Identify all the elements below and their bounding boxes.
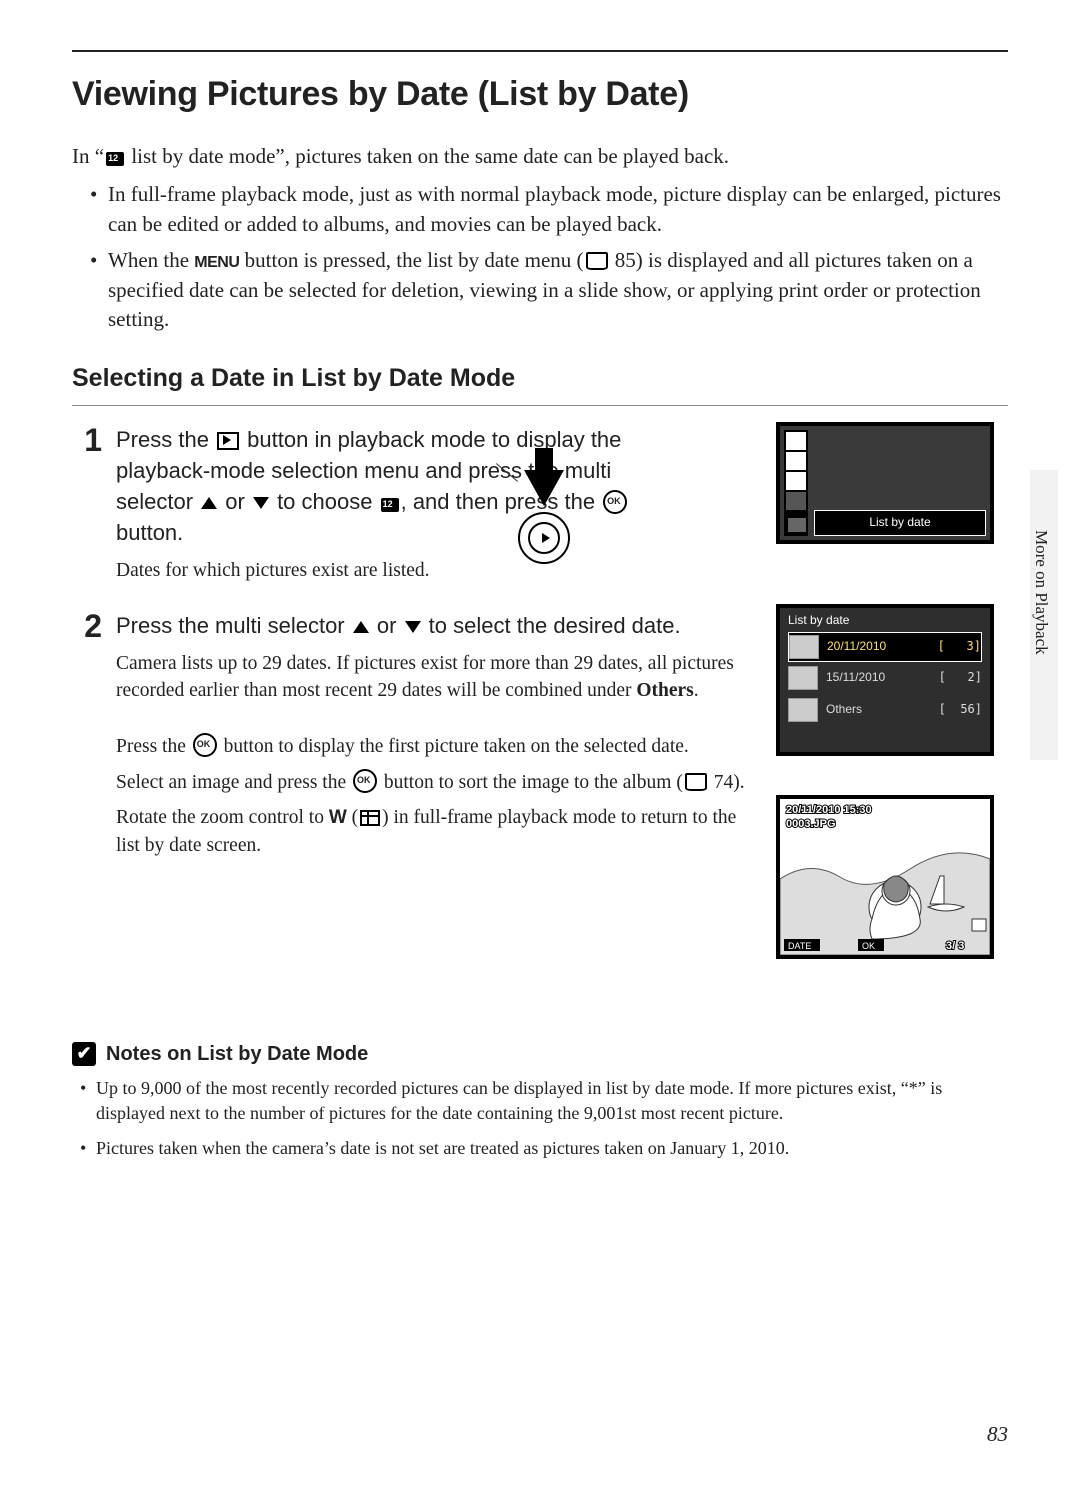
- section-title: Selecting a Date in List by Date Mode: [72, 361, 1008, 406]
- ok-badge: OK: [862, 941, 875, 951]
- table-row: 20/11/2010 [ 3]: [788, 632, 982, 662]
- thumbnail-grid-icon: [360, 810, 380, 826]
- date-badge: DATE: [788, 941, 811, 951]
- step-note: Dates for which pictures exist are liste…: [116, 557, 668, 585]
- notes-title: Notes on List by Date Mode: [106, 1040, 368, 1068]
- thumbnail-icon: [788, 666, 818, 690]
- selected-menu-label: List by date: [814, 510, 986, 536]
- down-icon: [253, 497, 269, 509]
- down-icon: [405, 621, 421, 633]
- table-row: 15/11/2010 [ 2]: [788, 664, 982, 692]
- step-note: Select an image and press the button to …: [116, 769, 758, 797]
- photo-counter: 3/ 3: [946, 940, 964, 952]
- side-tab-label: More on Playback: [1029, 530, 1053, 655]
- step-note: Rotate the zoom control to W () in full-…: [116, 804, 758, 859]
- table-row: Others [ 56]: [788, 696, 982, 724]
- page-title: Viewing Pictures by Date (List by Date): [72, 70, 1008, 118]
- menu-icon-item: [786, 492, 806, 510]
- step-number: 2: [72, 610, 102, 859]
- menu-icon-item: [786, 452, 806, 470]
- up-icon: [201, 497, 217, 509]
- step-instruction: Press the button in playback mode to dis…: [116, 424, 668, 549]
- thumbnail-icon: [789, 635, 819, 659]
- step-instruction: Press the multi selector or to select th…: [116, 610, 758, 641]
- screen-title: List by date: [788, 612, 849, 629]
- photo-timestamp: 20/11/2010 15:30: [786, 804, 872, 816]
- ok-icon: [603, 490, 627, 514]
- screen-playback-menu: List by date: [776, 422, 994, 544]
- calendar-icon: [106, 152, 124, 166]
- screen-photo-preview: 20/11/2010 15:30 0003.JPG DATE OK 3/ 3: [776, 795, 994, 959]
- calendar-icon: [381, 498, 399, 512]
- menu-icon-item: [786, 432, 806, 450]
- screen-list-by-date: List by date 20/11/2010 [ 3] 15/11/2010 …: [776, 604, 994, 756]
- book-icon: [586, 252, 608, 270]
- thumbnail-icon: [788, 698, 818, 722]
- book-icon: [685, 773, 707, 791]
- note-item: Pictures taken when the camera’s date is…: [72, 1136, 1008, 1161]
- photo-filename: 0003.JPG: [786, 818, 836, 830]
- check-icon: ✔: [72, 1042, 96, 1066]
- step-note: Camera lists up to 29 dates. If pictures…: [116, 650, 758, 705]
- body-bullet: In full-frame playback mode, just as wit…: [72, 180, 1008, 240]
- menu-icon: MENU: [194, 254, 239, 271]
- intro-text: In “ list by date mode”, pictures taken …: [72, 142, 1008, 172]
- ok-icon: [353, 769, 377, 793]
- note-item: Up to 9,000 of the most recently recorde…: [72, 1076, 1008, 1126]
- selector-control-illustration: [514, 448, 574, 548]
- body-bullet: When the MENU button is pressed, the lis…: [72, 246, 1008, 335]
- ok-icon: [193, 733, 217, 757]
- step-note: Press the button to display the first pi…: [116, 733, 758, 761]
- up-icon: [353, 621, 369, 633]
- w-icon: W: [329, 807, 347, 828]
- step-number: 1: [72, 424, 102, 585]
- page-number: 83: [987, 1420, 1008, 1450]
- menu-icon-item: [786, 472, 806, 490]
- play-icon: [217, 432, 239, 450]
